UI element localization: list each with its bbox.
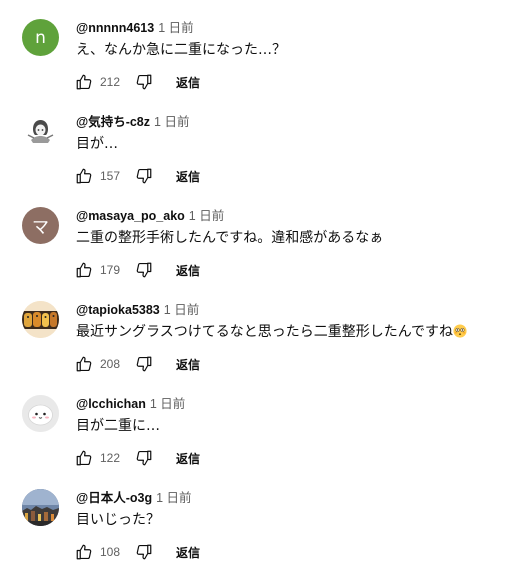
- reply-button[interactable]: 返信: [176, 544, 200, 561]
- reply-button[interactable]: 返信: [176, 356, 200, 373]
- like-count: 122: [100, 451, 121, 465]
- comment-author[interactable]: @lcchichan: [76, 397, 146, 411]
- thumbs-up-icon: [76, 168, 92, 184]
- thumbs-down-icon: [136, 262, 152, 278]
- comment-item: @lcchichan 1 日前 目が二重に… 122 返信: [0, 376, 518, 470]
- dislike-button[interactable]: [132, 164, 156, 188]
- dislike-button[interactable]: [132, 258, 156, 282]
- thumbs-down-icon: [136, 356, 152, 372]
- comment-time[interactable]: 1 日前: [150, 397, 185, 411]
- anime-character-avatar-icon: [22, 113, 59, 150]
- thumbs-down-icon: [136, 450, 152, 466]
- like-button[interactable]: [72, 540, 96, 564]
- avatar[interactable]: [22, 489, 59, 526]
- reply-button[interactable]: 返信: [176, 450, 200, 467]
- comment-item: @日本人-o3g 1 日前 目いじった？ 108 返信: [0, 470, 518, 564]
- like-count: 208: [100, 357, 121, 371]
- comment-header: @日本人-o3g 1 日前: [76, 490, 192, 506]
- comment-text: 目が…: [76, 136, 118, 152]
- figurines-avatar-icon: [22, 301, 59, 338]
- reply-button[interactable]: 返信: [176, 168, 200, 185]
- comment-toolbar: 212 返信: [72, 70, 200, 94]
- comment-header: @masaya_po_ako 1 日前: [76, 208, 224, 224]
- avatar[interactable]: [22, 301, 59, 338]
- comment-toolbar: 108 返信: [72, 540, 200, 564]
- comment-toolbar: 208 返信: [72, 352, 200, 376]
- reply-button[interactable]: 返信: [176, 74, 200, 91]
- avatar[interactable]: マ: [22, 207, 59, 244]
- comment-toolbar: 157 返信: [72, 164, 200, 188]
- like-button[interactable]: [72, 164, 96, 188]
- thumbs-up-icon: [76, 74, 92, 90]
- comment-author[interactable]: @気持ち-c8z: [76, 115, 150, 129]
- like-count: 157: [100, 169, 121, 183]
- thumbs-up-icon: [76, 262, 92, 278]
- avatar-letter: マ: [32, 218, 49, 238]
- comment-toolbar: 122 返信: [72, 446, 200, 470]
- dislike-button[interactable]: [132, 352, 156, 376]
- comment-author[interactable]: @masaya_po_ako: [76, 209, 185, 223]
- dislike-button[interactable]: [132, 540, 156, 564]
- like-count: 108: [100, 545, 121, 559]
- city-night-avatar-icon: [22, 489, 59, 526]
- comment-item: マ @masaya_po_ako 1 日前 二重の整形手術したんですね。違和感があ…: [0, 188, 518, 282]
- comment-item: @tapioka5383 1 日前 最近サングラスつけてるなと思ったら二重整形した…: [0, 282, 518, 376]
- comment-text: 目いじった？: [76, 512, 160, 528]
- like-button[interactable]: [72, 70, 96, 94]
- comment-text-content: 最近サングラスつけてるなと思ったら二重整形したんですね: [76, 324, 454, 340]
- like-button[interactable]: [72, 258, 96, 282]
- like-button[interactable]: [72, 352, 96, 376]
- thumbs-down-icon: [136, 544, 152, 560]
- comment-author[interactable]: @tapioka5383: [76, 303, 160, 317]
- dislike-button[interactable]: [132, 446, 156, 470]
- avatar[interactable]: [22, 113, 59, 150]
- comment-header: @lcchichan 1 日前: [76, 396, 185, 412]
- dislike-button[interactable]: [132, 70, 156, 94]
- comment-text: 目が二重に…: [76, 418, 160, 434]
- comment-time[interactable]: 1 日前: [156, 491, 191, 505]
- flushed-face-emoji-icon: [453, 324, 467, 338]
- comment-item: n @nnnnn4613 1 日前 え、なんか急に二重になった…？ 212 返信: [0, 0, 518, 94]
- comment-header: @tapioka5383 1 日前: [76, 302, 199, 318]
- like-count: 212: [100, 75, 121, 89]
- like-count: 179: [100, 263, 121, 277]
- comment-author[interactable]: @日本人-o3g: [76, 491, 152, 505]
- comment-text: 最近サングラスつけてるなと思ったら二重整形したんですね: [76, 322, 467, 342]
- thumbs-down-icon: [136, 168, 152, 184]
- comment-header: @nnnnn4613 1 日前: [76, 20, 194, 36]
- avatar[interactable]: n: [22, 19, 59, 56]
- comment-text: え、なんか急に二重になった…？: [76, 42, 286, 58]
- comment-author[interactable]: @nnnnn4613: [76, 21, 154, 35]
- comment-header: @気持ち-c8z 1 日前: [76, 114, 189, 130]
- comment-time[interactable]: 1 日前: [154, 115, 189, 129]
- white-mascot-avatar-icon: [22, 395, 59, 432]
- comment-time[interactable]: 1 日前: [164, 303, 199, 317]
- comment-toolbar: 179 返信: [72, 258, 200, 282]
- comment-time[interactable]: 1 日前: [189, 209, 224, 223]
- reply-button[interactable]: 返信: [176, 262, 200, 279]
- avatar-letter: n: [35, 27, 46, 48]
- comment-item: @気持ち-c8z 1 日前 目が… 157 返信: [0, 94, 518, 188]
- thumbs-up-icon: [76, 450, 92, 466]
- comment-time[interactable]: 1 日前: [158, 21, 193, 35]
- comment-text: 二重の整形手術したんですね。違和感があるなぁ: [76, 230, 384, 246]
- thumbs-up-icon: [76, 356, 92, 372]
- thumbs-down-icon: [136, 74, 152, 90]
- like-button[interactable]: [72, 446, 96, 470]
- avatar[interactable]: [22, 395, 59, 432]
- thumbs-up-icon: [76, 544, 92, 560]
